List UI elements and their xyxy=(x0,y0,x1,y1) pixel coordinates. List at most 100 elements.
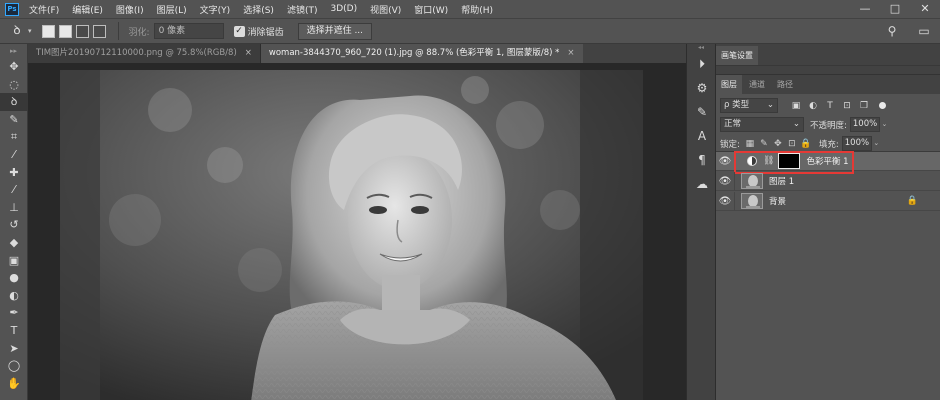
type-tool-icon[interactable]: T xyxy=(0,322,28,340)
tab-brush-settings[interactable]: 画笔设置 xyxy=(716,46,758,65)
menu-select[interactable]: 选择(S) xyxy=(243,3,274,16)
lock-transparent-icon[interactable]: ▦ xyxy=(743,139,757,149)
chevron-down-icon[interactable]: ⌄ xyxy=(872,136,881,151)
quick-select-tool-icon[interactable]: ✎ xyxy=(0,111,28,129)
toolbar: ▸▸ ✥ ◌ ꝺ ✎ ⌗ ⁄ ✚ ⁄ ⊥ ↺ ◆ ▣ ● ◐ ✒ T ➤ ◯ ✋ xyxy=(0,44,28,400)
paragraph-icon[interactable]: ¶ xyxy=(687,148,717,172)
menu-image[interactable]: 图像(I) xyxy=(116,3,144,16)
libraries-icon[interactable]: ☁ xyxy=(687,172,717,196)
lasso-tool-icon[interactable]: ꝺ xyxy=(0,93,28,111)
add-selection-icon[interactable] xyxy=(58,24,72,38)
eye-icon[interactable]: 👁 xyxy=(716,156,734,167)
grayscale-portrait-image xyxy=(60,70,643,400)
history-icon[interactable]: ⏵ xyxy=(687,52,717,76)
lock-position-icon[interactable]: ✥ xyxy=(771,139,785,149)
select-and-mask-button[interactable]: 选择并遮住 ... xyxy=(297,22,373,40)
crop-tool-icon[interactable]: ⌗ xyxy=(0,128,28,146)
lock-pixels-icon[interactable]: ✎ xyxy=(757,139,771,149)
tab-layers[interactable]: 图层 xyxy=(716,75,742,94)
blur-tool-icon[interactable]: ● xyxy=(0,269,28,287)
divider xyxy=(117,22,119,40)
close-button[interactable]: ✕ xyxy=(910,0,940,18)
portrait-thumbnail-image xyxy=(742,194,762,208)
minimize-button[interactable]: — xyxy=(850,0,880,18)
opacity-input[interactable]: 100% xyxy=(849,117,880,132)
lock-artboard-icon[interactable]: ⊡ xyxy=(785,139,799,149)
layer-filter-select[interactable]: ρ 类型 ⌄ xyxy=(720,98,778,113)
tab-label: TIM图片20190712110000.png @ 75.8%(RGB/8) xyxy=(36,48,237,58)
lasso-icon[interactable]: ꝺ xyxy=(6,22,28,40)
toolbar-grip[interactable]: ▸▸ xyxy=(0,44,27,58)
brush-tool-icon[interactable]: ⁄ xyxy=(0,181,28,199)
menu-file[interactable]: 文件(F) xyxy=(29,3,59,16)
layer-row-layer-1[interactable]: 👁 图层 1 xyxy=(716,171,940,191)
workspace-icon[interactable]: ▭ xyxy=(916,23,932,39)
layer-row-background[interactable]: 👁 背景 🔒 xyxy=(716,191,940,211)
lock-icon: 🔒 xyxy=(906,196,918,206)
brush-preset-icon[interactable]: ✎ xyxy=(687,100,717,124)
tab-channels[interactable]: 通道 xyxy=(744,75,770,94)
eyedropper-tool-icon[interactable]: ⁄ xyxy=(0,146,28,164)
menu-view[interactable]: 视图(V) xyxy=(370,3,401,16)
new-selection-icon[interactable] xyxy=(41,24,55,38)
eye-icon[interactable]: 👁 xyxy=(716,196,734,207)
layer-name[interactable]: 背景 xyxy=(769,195,786,207)
path-select-tool-icon[interactable]: ➤ xyxy=(0,340,28,358)
subtract-selection-icon[interactable] xyxy=(75,24,89,38)
tab-document-2[interactable]: woman-3844370_960_720 (1).jpg @ 88.7% (色… xyxy=(260,44,583,63)
lock-all-icon[interactable]: 🔒 xyxy=(799,139,813,149)
adjustment-filter-icon[interactable]: ◐ xyxy=(805,101,821,111)
menu-layer[interactable]: 图层(L) xyxy=(157,3,187,16)
menu-type[interactable]: 文字(Y) xyxy=(200,3,231,16)
pen-tool-icon[interactable]: ✒ xyxy=(0,304,28,322)
shape-tool-icon[interactable]: ◯ xyxy=(0,357,28,375)
adjust-icon[interactable]: ⚙ xyxy=(687,76,717,100)
canvas-area[interactable] xyxy=(28,63,686,400)
maximize-button[interactable]: □ xyxy=(880,0,910,18)
intersect-selection-icon[interactable] xyxy=(92,24,106,38)
layer-name[interactable]: 图层 1 xyxy=(769,175,794,187)
hand-tool-icon[interactable]: ✋ xyxy=(0,375,28,393)
stamp-tool-icon[interactable]: ⊥ xyxy=(0,199,28,217)
layer-thumbnail xyxy=(741,173,763,189)
brush-panel-tabbar: 画笔设置 xyxy=(716,44,940,66)
blend-mode-select[interactable]: 正常 ⌄ xyxy=(720,117,804,132)
smart-object-filter-icon[interactable]: ❐ xyxy=(856,101,872,111)
tool-preset-caret-icon[interactable]: ▾ xyxy=(28,27,32,35)
close-icon[interactable]: × xyxy=(567,44,574,63)
eraser-tool-icon[interactable]: ◆ xyxy=(0,234,28,252)
character-icon[interactable]: A xyxy=(687,124,717,148)
image-filter-icon[interactable]: ▣ xyxy=(788,101,804,111)
chevron-down-icon: ⌄ xyxy=(766,100,774,110)
fill-input[interactable]: 100% xyxy=(841,136,872,151)
options-bar: ꝺ ▾ 羽化: 0 像素 ✓ 消除锯齿 选择并遮住 ... ⚲ ▭ xyxy=(0,18,940,44)
gradient-tool-icon[interactable]: ▣ xyxy=(0,252,28,270)
tab-paths[interactable]: 路径 xyxy=(772,75,798,94)
search-icon[interactable]: ⚲ xyxy=(884,23,900,39)
move-tool-icon[interactable]: ✥ xyxy=(0,58,28,76)
feather-input[interactable]: 0 像素 xyxy=(153,23,224,39)
lock-label: 锁定: xyxy=(720,139,740,150)
layer-filter-row: ρ 类型 ⌄ ▣ ◐ T ⊡ ❐ xyxy=(716,96,940,115)
chevron-down-icon[interactable]: ⌄ xyxy=(880,117,889,132)
shape-filter-icon[interactable]: ⊡ xyxy=(839,101,855,111)
healing-tool-icon[interactable]: ✚ xyxy=(0,164,28,182)
layer-row-color-balance[interactable]: 👁 ⛓ 色彩平衡 1 xyxy=(716,151,940,174)
document-image[interactable] xyxy=(60,70,643,400)
history-brush-tool-icon[interactable]: ↺ xyxy=(0,216,28,234)
antialias-checkbox[interactable]: ✓ xyxy=(233,25,245,37)
menu-window[interactable]: 窗口(W) xyxy=(414,3,448,16)
close-icon[interactable]: × xyxy=(245,44,252,63)
marquee-tool-icon[interactable]: ◌ xyxy=(0,76,28,94)
dodge-tool-icon[interactable]: ◐ xyxy=(0,287,28,305)
eye-icon[interactable]: 👁 xyxy=(716,176,734,187)
dock-grip[interactable]: ◂◂ xyxy=(687,44,715,52)
menu-help[interactable]: 帮助(H) xyxy=(461,3,493,16)
menu-3d[interactable]: 3D(D) xyxy=(330,4,357,14)
filter-toggle[interactable] xyxy=(879,102,886,109)
menu-edit[interactable]: 编辑(E) xyxy=(72,3,103,16)
type-filter-icon[interactable]: T xyxy=(822,101,838,111)
filter-kind-label: ρ 类型 xyxy=(724,100,750,110)
menu-filter[interactable]: 滤镜(T) xyxy=(287,3,318,16)
tab-document-1[interactable]: TIM图片20190712110000.png @ 75.8%(RGB/8) × xyxy=(28,44,261,63)
